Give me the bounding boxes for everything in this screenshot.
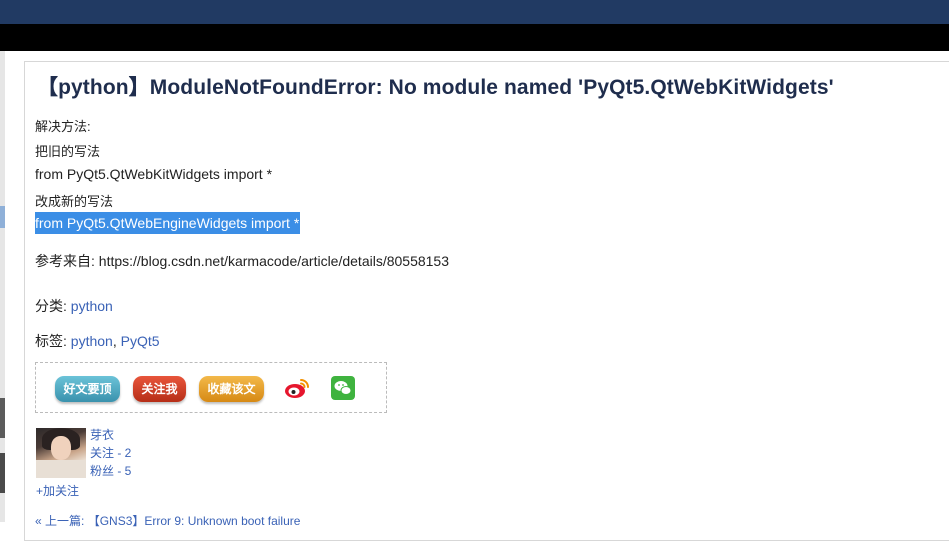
author-fans-link[interactable]: 粉丝 - 5	[90, 462, 131, 479]
author-following-link[interactable]: 关注 - 2	[90, 444, 131, 461]
post-card	[24, 61, 949, 541]
header-black-bar	[0, 24, 949, 51]
favorite-button[interactable]: 收藏该文	[199, 376, 264, 402]
prev-post-link[interactable]: 【GNS3】Error 9: Unknown boot failure	[88, 514, 301, 528]
digg-button[interactable]: 好文要顶	[55, 376, 120, 402]
share-box: 好文要顶 关注我 收藏该文	[35, 362, 387, 413]
post-line-selected: from PyQt5.QtWebEngineWidgets import *	[35, 212, 301, 234]
sidebar-edge-block	[0, 398, 5, 438]
tag-separator: ,	[112, 333, 121, 349]
tags-row: 标签: python, PyQt5	[35, 331, 160, 351]
category-label: 分类:	[35, 298, 67, 314]
post-line-code: from PyQt5.QtWebKitWidgets import *	[35, 166, 273, 182]
reference-label: 参考来自:	[35, 253, 95, 269]
sidebar-edge-highlight	[0, 206, 5, 228]
top-nav-bar	[0, 0, 949, 24]
reference-url: https://blog.csdn.net/karmacode/article/…	[98, 253, 449, 269]
avatar-face	[51, 436, 71, 460]
post-line: 把旧的写法	[35, 144, 101, 159]
post-line: 改成新的写法	[35, 194, 114, 209]
prev-post-label: « 上一篇:	[35, 514, 85, 528]
author-name-link[interactable]: 芽衣	[90, 426, 114, 443]
prev-post-row: « 上一篇: 【GNS3】Error 9: Unknown boot failu…	[35, 512, 300, 529]
reference-line: 参考来自: https://blog.csdn.net/karmacode/ar…	[35, 251, 449, 271]
tags-label: 标签:	[35, 333, 67, 349]
follow-me-button[interactable]: 关注我	[133, 376, 186, 402]
left-sidebar-edge	[0, 51, 5, 522]
add-follow-link[interactable]: +加关注	[36, 482, 79, 499]
post-title[interactable]: 【python】ModuleNotFoundError: No module n…	[37, 71, 834, 101]
category-link[interactable]: python	[71, 298, 113, 314]
category-row: 分类: python	[35, 296, 113, 316]
tag-link[interactable]: python	[71, 333, 113, 349]
tag-link[interactable]: PyQt5	[121, 333, 160, 349]
post-line: 解决方法:	[35, 119, 91, 134]
author-avatar[interactable]	[36, 428, 86, 478]
weibo-icon[interactable]	[284, 376, 310, 400]
wechat-icon[interactable]	[331, 376, 355, 400]
avatar-coat	[36, 460, 86, 478]
sidebar-edge-block	[0, 453, 5, 493]
